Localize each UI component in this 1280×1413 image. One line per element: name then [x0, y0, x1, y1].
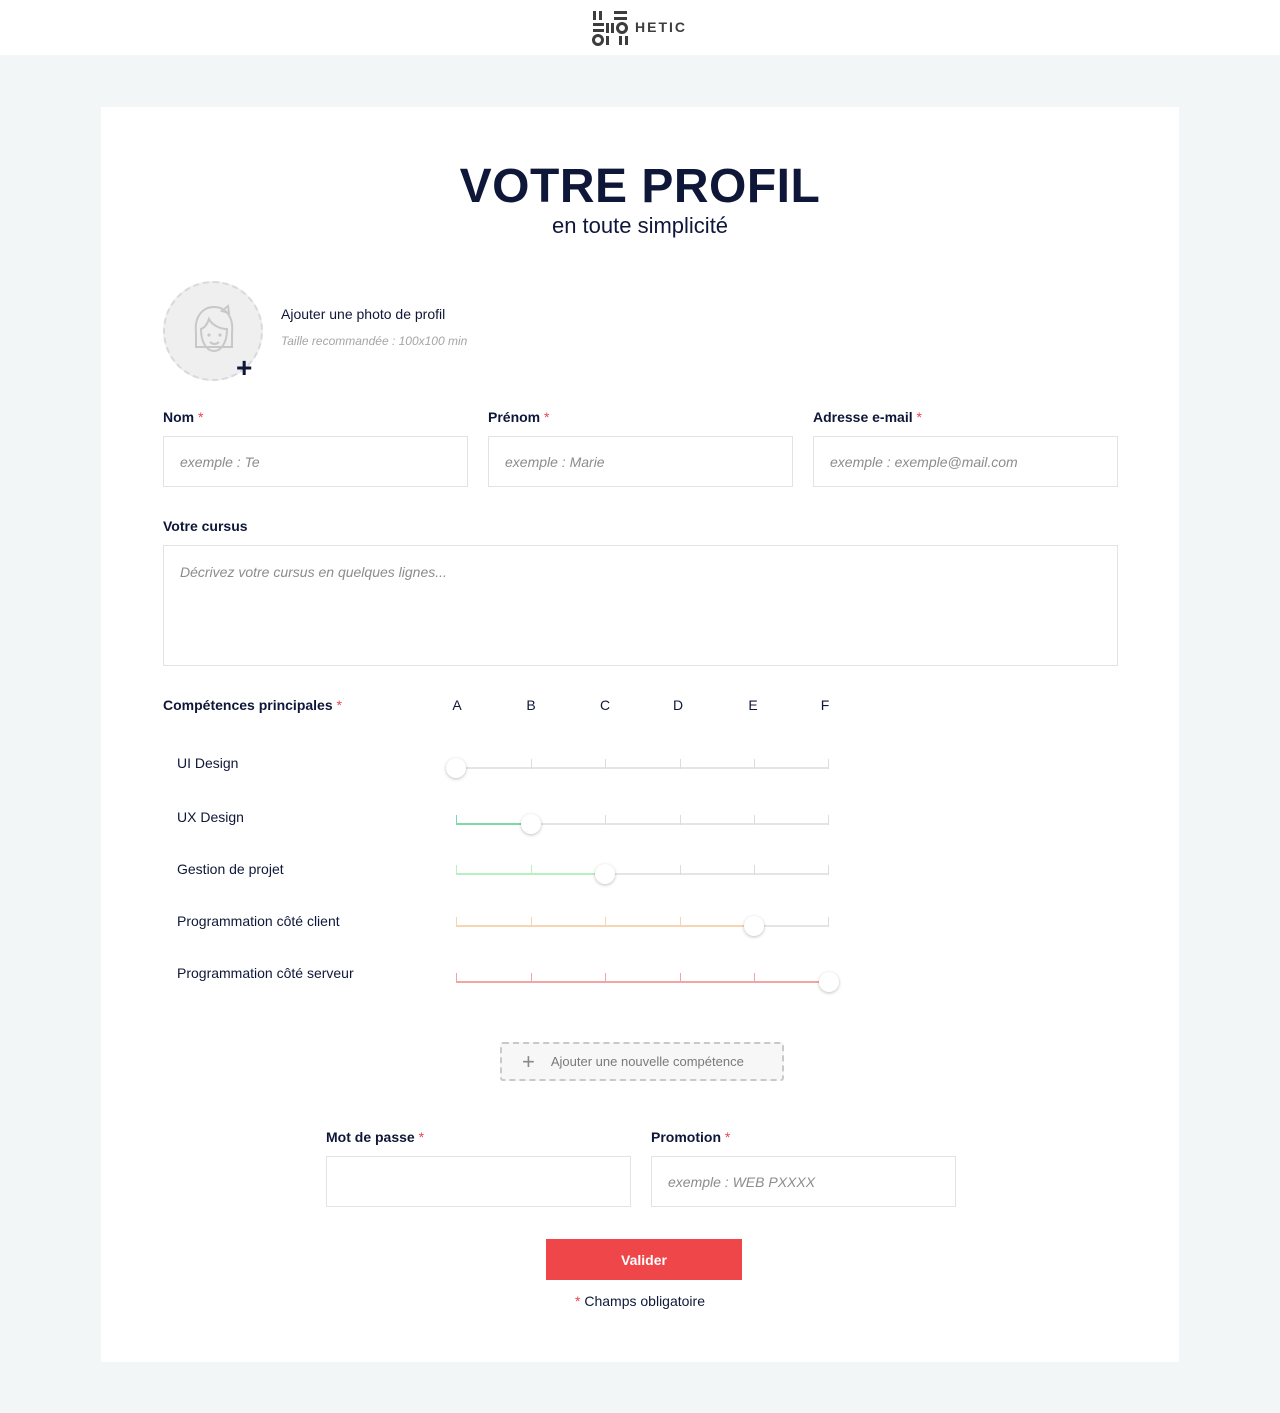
promotion-input[interactable]: exemple : WEB PXXXX [651, 1156, 956, 1207]
nom-placeholder: exemple : Te [180, 453, 260, 470]
skill-prog-client-slider[interactable] [456, 916, 829, 936]
grade-label-c: C [599, 697, 611, 713]
slider-tick [530, 973, 532, 983]
slider-knob[interactable] [744, 916, 765, 936]
slider-tick [828, 759, 829, 769]
nom-label-text: Nom [163, 409, 195, 425]
email-placeholder: exemple : exemple@mail.com [830, 453, 1018, 470]
slider-tick [605, 917, 607, 927]
add-skill-button[interactable]: + Ajouter une nouvelle compétence [500, 1042, 784, 1081]
cursus-label: Votre cursus [163, 518, 248, 534]
required-asterisk: * [198, 409, 204, 425]
slider-tick [530, 917, 532, 927]
slider-tick [754, 815, 756, 825]
top-bar: HETIC [0, 0, 1280, 55]
grade-label-d: D [672, 697, 684, 713]
profile-form-card: VOTRE PROFIL en toute simplicité + Ajout… [101, 107, 1179, 1362]
slider-tick [456, 815, 457, 825]
required-asterisk: * [916, 409, 922, 425]
grade-label-e: E [748, 697, 758, 713]
promotion-label-text: Promotion [651, 1129, 721, 1145]
grade-label-f: F [820, 697, 830, 713]
skill-prog-serveur-label: Programmation côté serveur [177, 965, 354, 981]
plus-icon: + [522, 1048, 535, 1074]
slider-tick [828, 815, 829, 825]
slider-fill [456, 981, 829, 983]
slider-knob[interactable] [819, 972, 839, 992]
hetic-logo[interactable]: HETIC [591, 10, 687, 46]
slider-fill [456, 823, 531, 825]
submit-button[interactable]: Valider [546, 1239, 742, 1280]
slider-tick [456, 917, 457, 927]
slider-tick [679, 865, 681, 875]
required-asterisk: * [575, 1293, 581, 1309]
girl-avatar-icon [194, 304, 234, 353]
slider-tick [605, 759, 607, 769]
add-photo-label[interactable]: Ajouter une photo de profil [281, 306, 445, 322]
add-skill-label: Ajouter une nouvelle compétence [550, 1054, 744, 1069]
avatar-upload[interactable]: + [163, 281, 263, 382]
page-title: VOTRE PROFIL [459, 160, 821, 213]
slider-tick [828, 865, 829, 875]
required-asterisk: * [336, 697, 342, 713]
email-label-text: Adresse e-mail [813, 409, 913, 425]
slider-tick [679, 815, 681, 825]
prenom-label: Prénom * [488, 409, 549, 425]
slider-tick [679, 759, 681, 769]
email-label: Adresse e-mail * [813, 409, 922, 425]
grade-label-b: B [526, 697, 536, 713]
slider-tick [828, 917, 829, 927]
prenom-input[interactable]: exemple : Marie [488, 436, 793, 487]
slider-tick [530, 759, 532, 769]
skill-prog-client-label: Programmation côté client [177, 913, 340, 929]
password-label: Mot de passe * [326, 1129, 424, 1145]
required-asterisk: * [724, 1129, 731, 1145]
slider-tick [456, 865, 457, 875]
skill-ux-design-slider[interactable] [456, 814, 829, 834]
slider-tick [605, 815, 607, 825]
skill-ux-design-label: UX Design [177, 809, 244, 825]
hetic-logo-icon [592, 11, 628, 46]
slider-tick [754, 759, 756, 769]
skill-gestion-projet-slider[interactable] [456, 864, 829, 884]
skill-prog-serveur-slider[interactable] [456, 972, 839, 992]
skills-label-text: Compétences principales [163, 697, 333, 713]
slider-knob[interactable] [595, 864, 616, 884]
required-fields-note: * Champs obligatoire [101, 1293, 1179, 1309]
slider-tick [679, 973, 681, 983]
slider-knob[interactable] [520, 814, 541, 834]
nom-label: Nom * [163, 409, 203, 425]
skills-label: Compétences principales * [163, 697, 342, 713]
slider-tick [530, 865, 532, 875]
slider-knob[interactable] [446, 758, 466, 778]
skill-ui-design-slider[interactable] [446, 758, 829, 778]
required-fields-text: Champs obligatoire [584, 1293, 705, 1309]
add-photo-plus-icon[interactable]: + [236, 354, 252, 382]
prenom-placeholder: exemple : Marie [505, 453, 605, 470]
email-input[interactable]: exemple : exemple@mail.com [813, 436, 1118, 487]
skill-gestion-projet-label: Gestion de projet [177, 861, 284, 877]
password-label-text: Mot de passe [326, 1129, 415, 1145]
slider-tick [679, 917, 681, 927]
promotion-label: Promotion * [651, 1129, 730, 1145]
slider-tick [754, 973, 756, 983]
cursus-placeholder: Décrivez votre cursus en quelques lignes… [180, 564, 447, 580]
slider-tick [605, 973, 607, 983]
required-asterisk: * [418, 1129, 425, 1145]
brand-name: HETIC [635, 19, 687, 35]
photo-size-hint: Taille recommandée : 100x100 min [281, 334, 468, 348]
nom-input[interactable]: exemple : Te [163, 436, 468, 487]
password-input[interactable] [326, 1156, 631, 1207]
slider-tick [456, 973, 457, 983]
slider-tick [754, 865, 756, 875]
prenom-label-text: Prénom [488, 409, 541, 425]
promotion-placeholder: exemple : WEB PXXXX [668, 1173, 816, 1190]
page-subtitle: en toute simplicité [551, 213, 729, 238]
skill-ui-design-label: UI Design [177, 755, 239, 771]
cursus-textarea[interactable]: Décrivez votre cursus en quelques lignes… [163, 545, 1118, 666]
grade-label-a: A [452, 697, 462, 713]
required-asterisk: * [544, 409, 550, 425]
